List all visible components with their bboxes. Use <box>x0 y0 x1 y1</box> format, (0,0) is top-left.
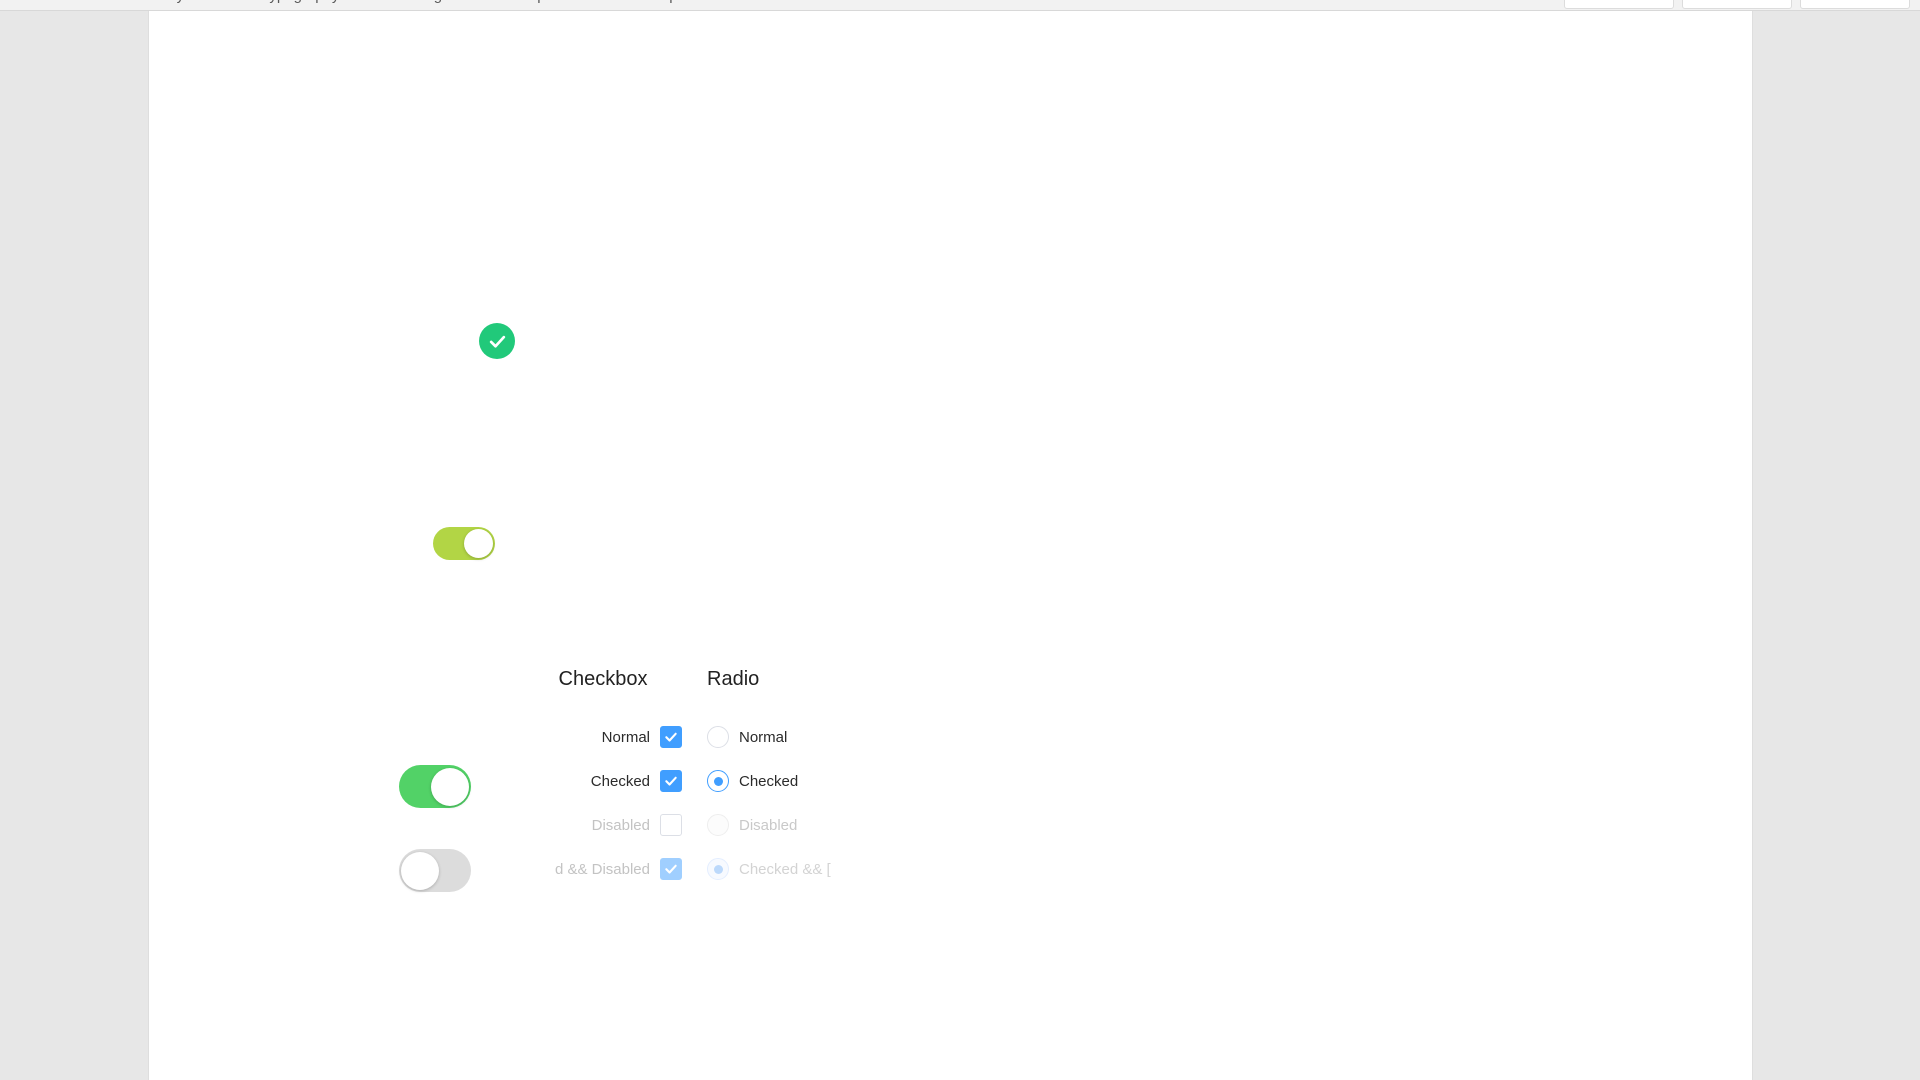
radio-row-disabled: Disabled <box>707 803 939 847</box>
toolbar-menu-item[interactable]: Help <box>647 0 678 4</box>
checkbox-input[interactable] <box>660 770 682 792</box>
toolbar-menu-item[interactable]: Components <box>506 0 591 4</box>
radio-label: Normal <box>739 728 788 746</box>
checkbox-label: d && Disabled <box>554 860 650 878</box>
toolbar-menu-item[interactable]: Typography <box>261 0 339 4</box>
radio-row-checked[interactable]: Checked <box>707 759 939 803</box>
switch-large-on[interactable] <box>399 765 471 808</box>
checkbox-label: Checked <box>590 772 650 790</box>
switch-large-off-knob <box>401 851 439 890</box>
toolbar-buttons <box>1564 0 1910 9</box>
toolbar-menu: Layout Typography Settings Components He… <box>160 0 678 4</box>
radio-input[interactable] <box>707 726 729 748</box>
switch-large-on-knob <box>431 767 469 806</box>
radio-column-title: Radio <box>707 668 760 690</box>
check-glyph <box>665 732 677 742</box>
checkbox-row-normal[interactable]: Normal <box>530 715 682 759</box>
checkbox-input <box>660 814 682 836</box>
checkbox-column: Checkbox Normal Checked Disabled d && Di… <box>530 668 682 891</box>
radio-label: Checked <box>739 772 799 790</box>
radio-input <box>707 858 729 880</box>
radio-column: Radio Normal Checked Disabled Checked &&… <box>707 668 937 891</box>
check-glyph <box>665 864 677 874</box>
toolbar-menu-item[interactable]: Layout <box>160 0 205 4</box>
checkbox-label: Disabled <box>591 816 650 834</box>
checkbox-input[interactable] <box>660 726 682 748</box>
toolbar-button-1[interactable] <box>1564 0 1674 9</box>
toolbar-menu-item[interactable]: Settings <box>395 0 449 4</box>
checkbox-row-checked[interactable]: Checked <box>530 759 682 803</box>
left-gutter <box>0 11 148 1078</box>
check-circle-icon <box>479 323 515 359</box>
switch-small[interactable] <box>433 527 495 560</box>
toolbar-button-3[interactable] <box>1800 0 1910 9</box>
switch-large-off[interactable] <box>399 849 471 892</box>
radio-input <box>707 814 729 836</box>
checkbox-row-disabled: Disabled <box>530 803 682 847</box>
toolbar-button-2[interactable] <box>1682 0 1792 9</box>
radio-label: Checked && [ <box>739 860 831 878</box>
checkbox-row-checked-disabled: d && Disabled <box>496 847 682 891</box>
radio-row-checked-disabled: Checked && [ <box>707 847 939 891</box>
radio-input[interactable] <box>707 770 729 792</box>
toolbar-strip: Layout Typography Settings Components He… <box>0 0 1920 11</box>
check-glyph <box>489 335 505 348</box>
switch-small-knob <box>464 529 493 558</box>
checkbox-label: Normal <box>601 728 650 746</box>
radio-label: Disabled <box>739 816 798 834</box>
app-root: Layout Typography Settings Components He… <box>0 0 1920 1080</box>
content-card: Checkbox Normal Checked Disabled d && Di… <box>148 11 1753 1080</box>
checkbox-column-title: Checkbox <box>558 668 648 690</box>
radio-row-normal[interactable]: Normal <box>707 715 939 759</box>
check-glyph <box>665 776 677 786</box>
right-gutter <box>1753 11 1920 1080</box>
checkbox-input <box>660 858 682 880</box>
